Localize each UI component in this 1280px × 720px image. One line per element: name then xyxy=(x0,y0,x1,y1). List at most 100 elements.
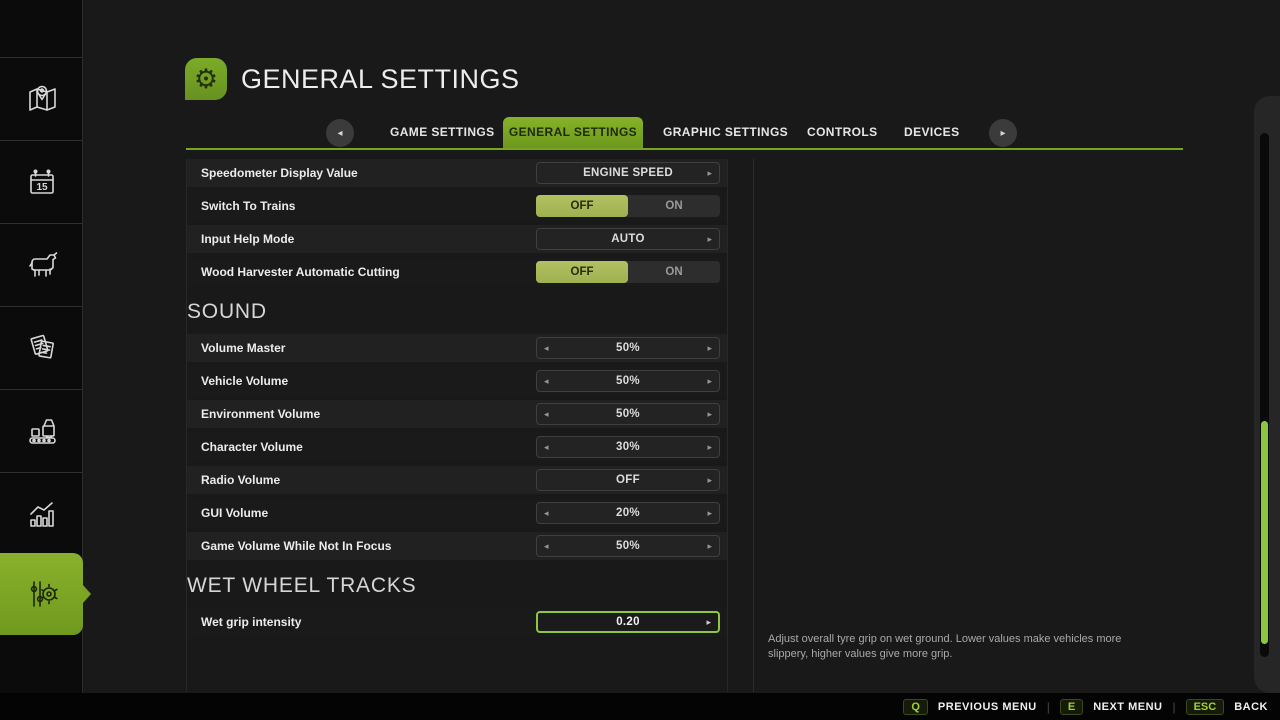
sidebar: 15 xyxy=(0,0,91,693)
tab-game-settings[interactable]: GAME SETTINGS xyxy=(390,117,494,148)
stepper-right-arrow[interactable]: ▸ xyxy=(707,229,712,249)
footer-back[interactable]: BACK xyxy=(1234,701,1268,713)
tab-devices[interactable]: DEVICES xyxy=(904,117,959,148)
stepper-control[interactable]: ◂ 30% ▸ xyxy=(536,436,720,458)
stepper-right-arrow[interactable]: ▸ xyxy=(707,404,712,424)
stepper-control[interactable]: ◂ 50% ▸ xyxy=(536,370,720,392)
page-title: GENERAL SETTINGS xyxy=(241,64,520,94)
setting-label: Volume Master xyxy=(201,341,286,355)
setting-value: 50% xyxy=(616,375,640,387)
stepper-right-arrow[interactable]: ▸ xyxy=(707,371,712,391)
chevron-right-icon: ▸ xyxy=(1000,127,1006,139)
section-title: SOUND xyxy=(187,300,267,323)
cow-icon xyxy=(28,252,57,277)
sidebar-item-production[interactable] xyxy=(0,389,83,472)
setting-label: Input Help Mode xyxy=(201,232,295,246)
setting-label: Radio Volume xyxy=(201,473,281,487)
setting-label: Vehicle Volume xyxy=(201,374,289,388)
setting-label: Wet grip intensity xyxy=(201,615,302,629)
setting-row: Switch To Trains OFF ON xyxy=(187,192,727,220)
setting-row: Speedometer Display Value ENGINE SPEED ▸ xyxy=(187,159,727,187)
tabs-prev-button[interactable]: ◂ xyxy=(326,119,354,147)
setting-value: ENGINE SPEED xyxy=(583,167,673,179)
statistics-icon xyxy=(29,502,54,527)
select-control[interactable]: ENGINE SPEED ▸ xyxy=(536,162,720,184)
page-icon-gear: ⚙ xyxy=(185,58,227,100)
footer-next-menu[interactable]: NEXT MENU xyxy=(1093,701,1162,713)
tab-controls[interactable]: CONTROLS xyxy=(807,117,877,148)
sidebar-item-contracts[interactable] xyxy=(0,306,83,389)
scrollbar-thumb[interactable] xyxy=(1261,421,1268,644)
toggle-option-off[interactable]: OFF xyxy=(536,195,628,217)
chevron-left-icon: ◂ xyxy=(337,127,343,139)
contracts-icon xyxy=(29,334,54,359)
stepper-right-arrow[interactable]: ▸ xyxy=(706,613,711,631)
panel-divider xyxy=(753,159,754,692)
stepper-control[interactable]: ◂ 50% ▸ xyxy=(536,403,720,425)
sidebar-item-animals[interactable] xyxy=(0,223,83,306)
setting-value: 20% xyxy=(616,507,640,519)
svg-text:15: 15 xyxy=(36,182,48,193)
map-icon xyxy=(28,85,56,111)
gear-icon: ⚙ xyxy=(193,63,219,94)
toggle-option-off[interactable]: OFF xyxy=(536,261,628,283)
setting-value: 50% xyxy=(616,408,640,420)
footer-separator: | xyxy=(1046,699,1050,714)
setting-label: Wood Harvester Automatic Cutting xyxy=(201,265,400,279)
section-title: WET WHEEL TRACKS xyxy=(187,574,417,597)
settings-icon xyxy=(30,581,58,607)
toggle-option-on[interactable]: ON xyxy=(628,195,720,217)
key-badge-e: E xyxy=(1059,698,1084,715)
setting-row: GUI Volume ◂ 20% ▸ xyxy=(187,499,727,527)
sidebar-item-map[interactable] xyxy=(0,57,83,140)
sidebar-item-settings[interactable] xyxy=(0,553,91,635)
toggle-control: OFF ON xyxy=(536,261,720,283)
toggle-control: OFF ON xyxy=(536,195,720,217)
key-badge-q: Q xyxy=(903,698,928,715)
stepper-control[interactable]: ◂ 50% ▸ xyxy=(536,535,720,557)
setting-row: Wet grip intensity 0.20 ▸ xyxy=(187,608,727,636)
tabs-next-button[interactable]: ▸ xyxy=(989,119,1017,147)
stepper-right-arrow[interactable]: ▸ xyxy=(707,163,712,183)
setting-value: OFF xyxy=(616,474,640,486)
stepper-right-arrow[interactable]: ▸ xyxy=(707,536,712,556)
tab-bar: ◂ GAME SETTINGS GENERAL SETTINGS GRAPHIC… xyxy=(186,117,1183,150)
setting-label: Environment Volume xyxy=(201,407,321,421)
sidebar-item-statistics[interactable] xyxy=(0,472,83,555)
stepper-control[interactable]: OFF ▸ xyxy=(536,469,720,491)
active-tab-pointer xyxy=(83,585,91,603)
setting-value: 50% xyxy=(616,342,640,354)
setting-value: 0.20 xyxy=(616,616,640,628)
setting-value: 50% xyxy=(616,540,640,552)
setting-label: Switch To Trains xyxy=(201,199,296,213)
setting-row: Volume Master ◂ 50% ▸ xyxy=(187,334,727,362)
footer-previous-menu[interactable]: PREVIOUS MENU xyxy=(938,701,1037,713)
stepper-control[interactable]: ◂ 20% ▸ xyxy=(536,502,720,524)
stepper-control[interactable]: ◂ 50% ▸ xyxy=(536,337,720,359)
setting-value: 30% xyxy=(616,441,640,453)
stepper-control[interactable]: 0.20 ▸ xyxy=(536,611,720,633)
setting-row: Environment Volume ◂ 50% ▸ xyxy=(187,400,727,428)
setting-row: Character Volume ◂ 30% ▸ xyxy=(187,433,727,461)
setting-label: Speedometer Display Value xyxy=(201,166,358,180)
sidebar-item-calendar[interactable]: 15 xyxy=(0,140,83,223)
footer-bar: Q PREVIOUS MENU | E NEXT MENU | ESC BACK xyxy=(0,693,1280,720)
select-control[interactable]: AUTO ▸ xyxy=(536,228,720,250)
stepper-right-arrow[interactable]: ▸ xyxy=(707,437,712,457)
tab-general-settings[interactable]: GENERAL SETTINGS xyxy=(503,117,643,148)
setting-row: Game Volume While Not In Focus ◂ 50% ▸ xyxy=(187,532,727,560)
calendar-icon: 15 xyxy=(29,169,54,194)
setting-row: Radio Volume OFF ▸ xyxy=(187,466,727,494)
stepper-right-arrow[interactable]: ▸ xyxy=(707,503,712,523)
tab-graphic-settings[interactable]: GRAPHIC SETTINGS xyxy=(663,117,788,148)
setting-label: Character Volume xyxy=(201,440,303,454)
toggle-option-on[interactable]: ON xyxy=(628,261,720,283)
settings-list: Speedometer Display Value ENGINE SPEED ▸ Sw… xyxy=(186,159,728,692)
setting-row: Vehicle Volume ◂ 50% ▸ xyxy=(187,367,727,395)
production-icon xyxy=(28,419,56,444)
stepper-right-arrow[interactable]: ▸ xyxy=(707,470,712,490)
tab-underline xyxy=(186,148,1183,150)
stepper-right-arrow[interactable]: ▸ xyxy=(707,338,712,358)
setting-row: Input Help Mode AUTO ▸ xyxy=(187,225,727,253)
setting-label: GUI Volume xyxy=(201,506,269,520)
